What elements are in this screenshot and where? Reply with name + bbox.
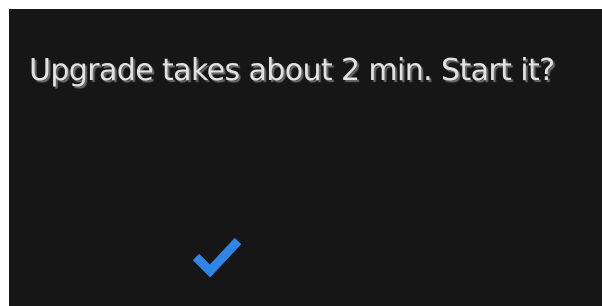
upgrade-dialog: Upgrade takes about 2 min. Start it? [9, 9, 602, 306]
upgrade-prompt-text: Upgrade takes about 2 min. Start it? [29, 53, 555, 88]
checkmark-icon [192, 237, 242, 278]
confirm-start-upgrade-button[interactable] [179, 221, 255, 291]
